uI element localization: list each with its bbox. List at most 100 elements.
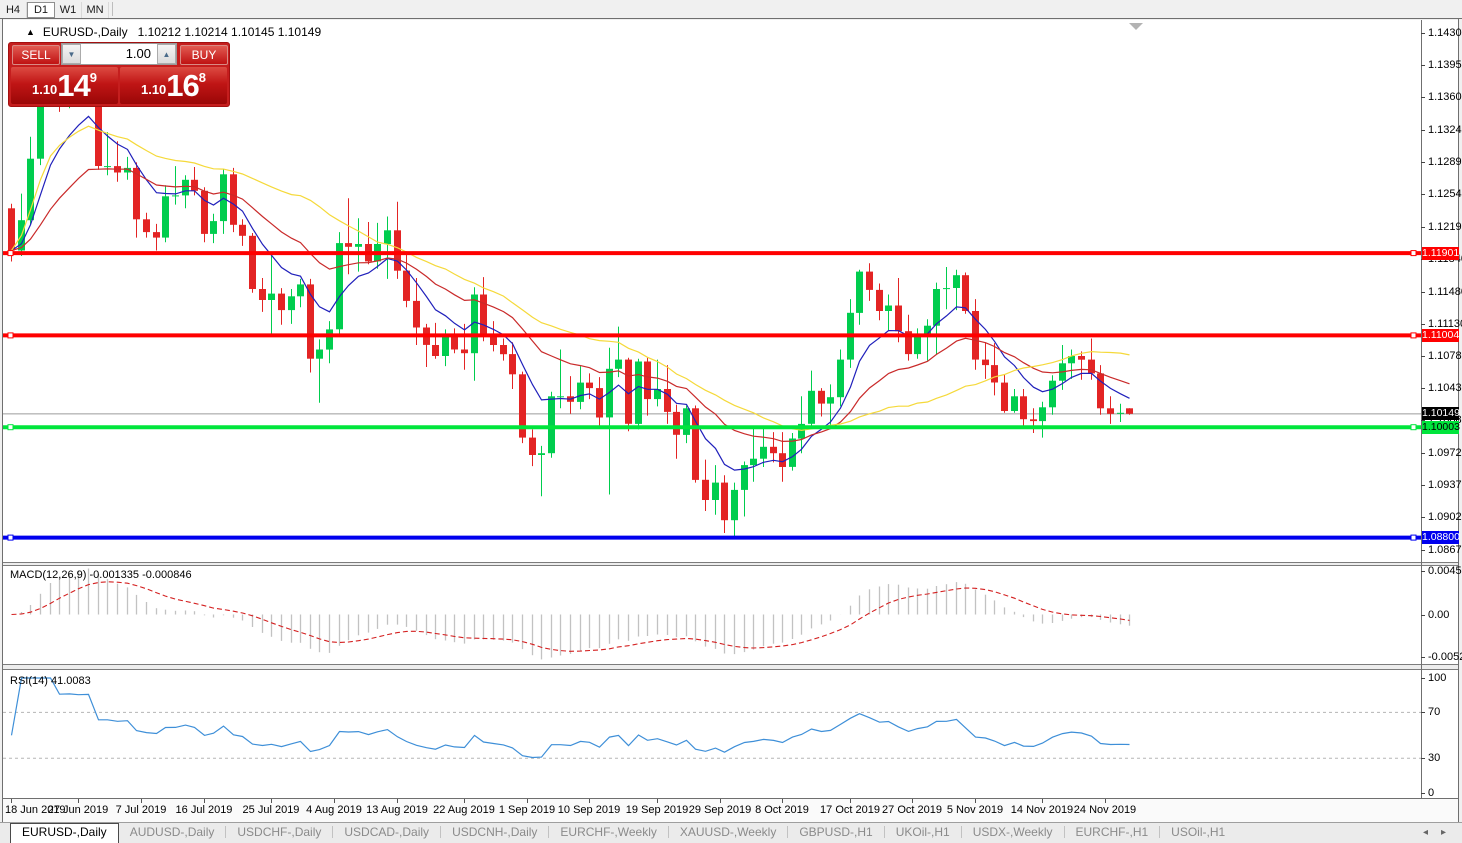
price-tick-label: 1.09020 <box>1428 511 1462 523</box>
price-tick-label: 1.10780 <box>1428 350 1462 362</box>
date-tick-label: 13 Aug 2019 <box>361 804 433 816</box>
symbol-label: EURUSD-,Daily <box>43 25 128 39</box>
date-tick-mark <box>11 799 12 803</box>
timeframe-button-w1[interactable]: W1 <box>55 2 82 18</box>
rsi-tick-label: 100 <box>1428 672 1446 684</box>
macd-values: -0.001335 -0.000846 <box>89 569 191 581</box>
rsi-label: RSI(14) 41.0083 <box>10 675 91 687</box>
price-tick-label-mark <box>1421 97 1425 98</box>
macd-indicator-canvas[interactable] <box>3 566 1421 664</box>
price-tick-label-mark <box>1421 453 1425 454</box>
price-tick-label: 1.12890 <box>1428 156 1462 168</box>
date-tick-mark <box>589 799 590 803</box>
toolbar-divider <box>112 2 113 16</box>
tab-scroll-left-icon[interactable]: ◂ <box>1423 827 1428 838</box>
chart-tab-usdchf-daily[interactable]: USDCHF-,Daily <box>226 823 332 842</box>
volume-decrease-button[interactable]: ▼ <box>62 44 81 64</box>
price-tick-label: 1.14300 <box>1428 27 1462 39</box>
price-tick-label: 1.10430 <box>1428 382 1462 394</box>
price-axis: 1.143001.139501.136001.132401.128901.125… <box>1421 0 1462 842</box>
macd-tick-label-mark <box>1421 571 1425 572</box>
buy-price-big: 16 <box>166 68 198 103</box>
volume-spinner: ▼ 1.00 ▲ <box>61 43 177 65</box>
ohlc-values: 1.10212 1.10214 1.10145 1.10149 <box>138 25 322 39</box>
price-tick-label: 1.12190 <box>1428 221 1462 233</box>
chart-tab-eurusd-daily[interactable]: EURUSD-,Daily <box>10 823 119 843</box>
sell-price-panel[interactable]: 1.10149 <box>11 67 118 104</box>
chart-tab-eurchf-weekly[interactable]: EURCHF-,Weekly <box>549 823 667 842</box>
sell-price-prefix: 1.10 <box>32 82 57 97</box>
rsi-tick-label-mark <box>1421 758 1425 759</box>
macd-tick-label-mark <box>1421 615 1425 616</box>
chart-tab-usdx-weekly[interactable]: USDX-,Weekly <box>962 823 1064 842</box>
chart-tab-audusd-daily[interactable]: AUDUSD-,Daily <box>119 823 226 842</box>
price-tick-label-mark <box>1421 356 1425 357</box>
price-tick-label-mark <box>1421 517 1425 518</box>
rsi-indicator-canvas[interactable] <box>3 670 1421 798</box>
volume-increase-button[interactable]: ▲ <box>157 44 176 64</box>
date-tick-mark <box>78 799 79 803</box>
date-tick-mark <box>720 799 721 803</box>
price-tick-label: 1.13950 <box>1428 59 1462 71</box>
one-click-trading-widget: SELL ▼ 1.00 ▲ BUY 1.10149 1.10168 <box>8 42 230 107</box>
rsi-tick-label-mark <box>1421 712 1425 713</box>
date-tick-mark <box>850 799 851 803</box>
rsi-name: RSI(14) <box>10 675 48 687</box>
date-tick-label: 27 Jun 2019 <box>42 804 114 816</box>
date-tick-label: 10 Sep 2019 <box>553 804 625 816</box>
chart-tab-usdcad-daily[interactable]: USDCAD-,Daily <box>333 823 440 842</box>
date-tick-label: 27 Oct 2019 <box>876 804 948 816</box>
sell-button[interactable]: SELL <box>12 45 60 65</box>
date-tick-label: 22 Aug 2019 <box>428 804 500 816</box>
macd-tick-label: 0.00 <box>1428 609 1449 621</box>
date-tick-label: 19 Sep 2019 <box>621 804 693 816</box>
buy-price-sup: 8 <box>199 70 206 85</box>
date-tick-mark <box>1042 799 1043 803</box>
rsi-tick-label: 70 <box>1428 706 1440 718</box>
rsi-tick-label-mark <box>1421 678 1425 679</box>
price-tick-label-mark <box>1421 33 1425 34</box>
timeframe-button-mn[interactable]: MN <box>82 2 109 18</box>
price-tick-label: 1.12540 <box>1428 188 1462 200</box>
chart-tab-xauusd-weekly[interactable]: XAUUSD-,Weekly <box>669 823 787 842</box>
date-tick-label: 8 Oct 2019 <box>746 804 818 816</box>
chart-title: ▲ EURUSD-,Daily 1.10212 1.10214 1.10145 1.… <box>26 25 321 39</box>
price-tick-label-mark <box>1421 485 1425 486</box>
price-level-tag: 1.10003 <box>1422 421 1459 434</box>
volume-input[interactable]: 1.00 <box>81 44 157 64</box>
timeframe-button-d1[interactable]: D1 <box>27 2 55 18</box>
buy-price-panel[interactable]: 1.10168 <box>120 67 227 104</box>
rsi-tick-label: 0 <box>1428 787 1434 799</box>
date-tick-label: 25 Jul 2019 <box>235 804 307 816</box>
price-level-tag: 1.11004 <box>1422 329 1459 342</box>
price-tick-label-mark <box>1421 388 1425 389</box>
price-tick-label-mark <box>1421 324 1425 325</box>
window-frame-top <box>0 18 1462 19</box>
price-tick-label-mark <box>1421 65 1425 66</box>
tab-scroll-right-icon[interactable]: ▸ <box>1441 827 1446 838</box>
date-tick-label: 14 Nov 2019 <box>1006 804 1078 816</box>
chart-tab-ukoil-h1[interactable]: UKOil-,H1 <box>885 823 961 842</box>
macd-name: MACD(12,26,9) <box>10 569 86 581</box>
rsi-tick-label-mark <box>1421 793 1425 794</box>
macd-label: MACD(12,26,9) -0.001335 -0.000846 <box>10 569 192 581</box>
buy-button[interactable]: BUY <box>180 45 228 65</box>
price-level-tag: 1.08800 <box>1422 531 1459 544</box>
date-tick-mark <box>271 799 272 803</box>
collapse-triangle-icon[interactable]: ▲ <box>26 27 35 37</box>
buy-price-prefix: 1.10 <box>141 82 166 97</box>
date-tick-mark <box>141 799 142 803</box>
chart-tab-usoil-h1[interactable]: USOil-,H1 <box>1160 823 1236 842</box>
chart-tab-gbpusd-h1[interactable]: GBPUSD-,H1 <box>788 823 883 842</box>
chart-tab-eurchf-h1[interactable]: EURCHF-,H1 <box>1065 823 1160 842</box>
one-click-top-row: SELL ▼ 1.00 ▲ BUY <box>9 43 229 65</box>
date-tick-mark <box>1105 799 1106 803</box>
timeframe-button-h4[interactable]: H4 <box>0 2 27 18</box>
chart-tab-bar: EURUSD-,DailyAUDUSD-,DailyUSDCHF-,DailyU… <box>0 822 1462 843</box>
macd-tick-label: -0.005205 <box>1428 651 1462 663</box>
current-price-tag: 1.10149 <box>1422 407 1459 420</box>
date-tick-mark <box>464 799 465 803</box>
rsi-value: 41.0083 <box>51 675 91 687</box>
chart-tab-usdcnh-daily[interactable]: USDCNH-,Daily <box>441 823 548 842</box>
date-tick-label: 7 Jul 2019 <box>105 804 177 816</box>
